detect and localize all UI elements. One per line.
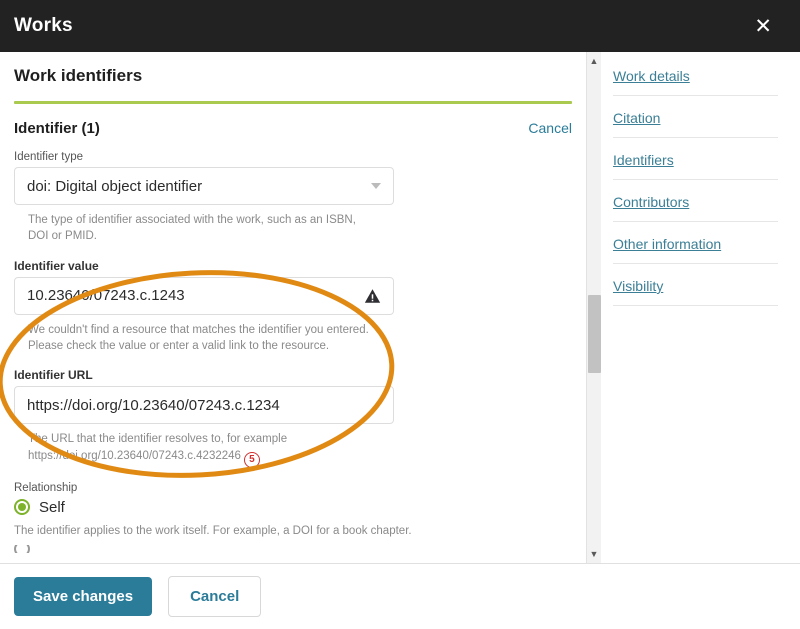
nav-link-label: Identifiers — [613, 152, 674, 168]
nav-link-label: Visibility — [613, 278, 664, 294]
section-nav: Work details Citation Identifiers Contri… — [601, 52, 800, 563]
relationship-label: Relationship — [14, 481, 78, 494]
identifier-value-error: We couldn't find a resource that matches… — [28, 323, 369, 352]
form-pane: Work identifiers Identifier (1) Cancel I… — [0, 52, 586, 563]
nav-link-label: Citation — [613, 110, 661, 126]
identifier-type-label: Identifier type — [14, 151, 84, 163]
nav-item-work-details[interactable]: Work details — [613, 68, 778, 96]
identifier-header-row: Identifier (1) Cancel — [14, 120, 572, 137]
nav-item-other-information[interactable]: Other information — [613, 236, 778, 264]
page-title: Work identifiers — [14, 66, 143, 85]
identifier-value-text: 10.23640/07243.c.1243 — [27, 287, 185, 305]
nav-item-identifiers[interactable]: Identifiers — [613, 152, 778, 180]
relationship-radio-self[interactable]: Self — [14, 499, 572, 516]
nav-link-label: Contributors — [613, 194, 690, 210]
radio-selected-icon — [14, 499, 30, 516]
close-icon[interactable]: ✕ — [748, 12, 778, 41]
dialog-body: Work identifiers Identifier (1) Cancel I… — [0, 52, 800, 563]
scrollbar-thumb[interactable] — [588, 295, 601, 373]
relationship-radio-next[interactable] — [14, 544, 572, 553]
nav-link-label: Work details — [613, 68, 690, 84]
identifier-url-input[interactable]: https://doi.org/10.23640/07243.c.1234 — [14, 386, 394, 425]
annotation-marker: 5 — [243, 451, 260, 468]
nav-item-contributors[interactable]: Contributors — [613, 194, 778, 222]
identifier-value-label: Identifier value — [14, 258, 99, 273]
form-scrollbar[interactable]: ▲ ▼ — [586, 52, 601, 563]
dialog-footer: Save changes Cancel — [0, 563, 800, 629]
identifier-url-label: Identifier URL — [14, 368, 93, 383]
nav-item-citation[interactable]: Citation — [613, 110, 778, 138]
identifier-type-select[interactable]: doi: Digital object identifier — [14, 167, 394, 205]
chevron-up-icon[interactable]: ▲ — [587, 54, 601, 68]
chevron-down-icon — [371, 183, 381, 189]
identifier-url-text: https://doi.org/10.23640/07243.c.1234 — [27, 396, 280, 414]
nav-item-visibility[interactable]: Visibility — [613, 278, 778, 306]
accent-divider — [14, 101, 572, 104]
cancel-button[interactable]: Cancel — [168, 576, 262, 617]
save-changes-button[interactable]: Save changes — [14, 577, 153, 616]
app-header: Works ✕ — [0, 0, 800, 52]
identifier-type-value: doi: Digital object identifier — [27, 177, 203, 195]
app-title: Works — [14, 15, 73, 36]
identifier-value-input[interactable]: 10.23640/07243.c.1243 — [14, 276, 394, 315]
cancel-identifier-link[interactable]: Cancel — [528, 120, 572, 136]
warning-triangle-icon — [364, 288, 381, 303]
chevron-down-icon[interactable]: ▼ — [587, 547, 601, 561]
identifier-type-help: The type of identifier associated with t… — [28, 214, 356, 243]
nav-link-label: Other information — [613, 236, 722, 252]
relationship-help: The identifier applies to the work itsel… — [14, 524, 412, 537]
identifier-url-help: The URL that the identifier resolves to,… — [28, 431, 378, 468]
relationship-self-label: Self — [39, 498, 65, 516]
identifier-heading: Identifier (1) — [14, 120, 100, 137]
radio-unselected-icon — [14, 544, 30, 553]
